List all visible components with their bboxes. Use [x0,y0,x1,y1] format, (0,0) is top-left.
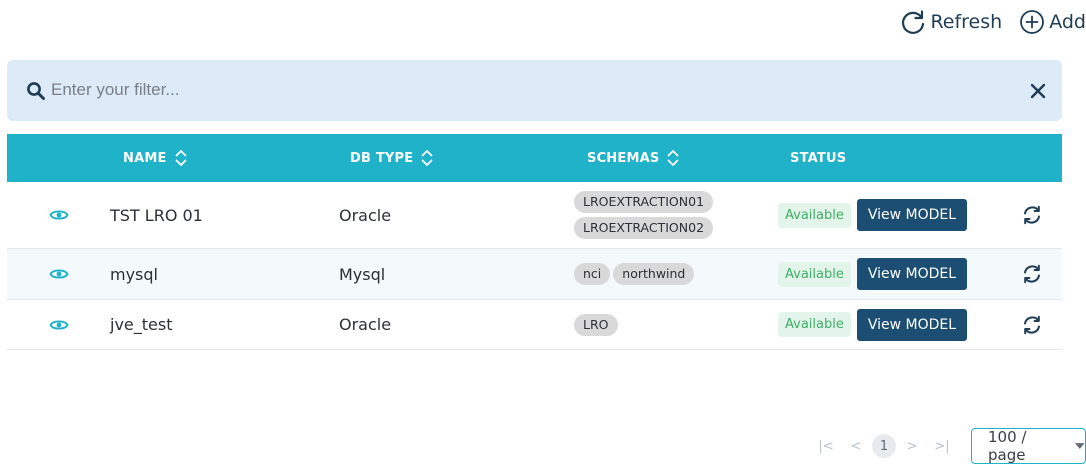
column-header-db-type-label: DB TYPE [350,150,414,166]
filter-input[interactable] [51,74,1011,106]
cell-name: jve_test [110,315,173,334]
cell-schemas: LRO [574,300,618,349]
cell-status: Available View MODEL [778,249,968,299]
prev-page-button[interactable]: < [844,434,868,458]
schema-chip: LROEXTRACTION02 [574,217,714,239]
table-row: mysql Mysql nci northwind Available View… [7,249,1062,300]
table-row: TST LRO 01 Oracle LROEXTRACTION01 LROEXT… [7,182,1062,249]
column-header-name[interactable]: NAME [123,134,188,182]
column-header-schemas-label: SCHEMAS [587,150,660,166]
sync-icon [1024,315,1040,334]
eye-icon [49,269,69,279]
cell-status: Available View MODEL [778,300,968,349]
view-details-button[interactable] [47,300,71,349]
schema-chip: northwind [613,263,695,285]
cell-schemas: LROEXTRACTION01 LROEXTRACTION02 [574,182,714,248]
page-number-current[interactable]: 1 [872,434,896,458]
cell-db-type: Mysql [339,264,386,284]
cell-name: TST LRO 01 [110,205,203,225]
view-details-button[interactable] [47,249,71,299]
view-model-button[interactable]: View MODEL [856,258,968,290]
status-badge: Available [778,312,851,337]
plus-circle-icon [1020,10,1045,34]
toolbar: Refresh Add [899,6,1086,38]
filter-bar [7,60,1062,121]
view-details-button[interactable] [47,182,71,248]
schema-chip: nci [574,263,611,285]
page-size-value: 100 / page [988,428,1027,464]
column-header-schemas[interactable]: SCHEMAS [587,134,680,182]
cell-status: Available View MODEL [778,182,968,248]
page-size-select[interactable]: 100 / page [971,428,1086,464]
cell-db-type: Oracle [339,315,392,334]
table-row: jve_test Oracle LRO Available View MODEL [7,300,1062,350]
cell-name: mysql [110,264,158,284]
pagination: |< < 1 > >| 100 / page [814,428,1086,464]
next-page-button[interactable]: > [900,434,924,458]
eye-icon [49,319,69,330]
close-icon[interactable] [1028,81,1048,101]
sort-icon[interactable] [420,149,434,167]
status-badge: Available [778,202,851,228]
view-model-button[interactable]: View MODEL [856,308,968,341]
sort-icon[interactable] [666,149,680,167]
table-header: NAME DB TYPE SCHEMAS STATUS [7,134,1062,182]
last-page-button[interactable]: >| [930,434,954,458]
refresh-label: Refresh [930,11,1003,33]
sync-button[interactable] [1021,300,1043,349]
eye-icon [49,210,69,220]
column-header-status-label: STATUS [790,150,847,166]
sort-icon[interactable] [174,149,188,167]
refresh-icon [902,10,925,34]
sync-button[interactable] [1021,249,1043,299]
data-table: NAME DB TYPE SCHEMAS STATUS TST LRO 01 O… [7,134,1062,350]
add-label: Add [1049,11,1086,33]
cell-schemas: nci northwind [574,249,695,299]
caret-down-icon [1075,443,1085,449]
refresh-button[interactable]: Refresh [899,8,1002,36]
sync-button[interactable] [1021,182,1043,248]
cell-db-type: Oracle [339,205,392,225]
sync-icon [1024,264,1040,284]
schema-chip: LROEXTRACTION01 [574,191,714,213]
search-icon [27,82,45,100]
add-button[interactable]: Add [1018,8,1086,36]
status-badge: Available [778,261,851,287]
column-header-name-label: NAME [123,150,167,166]
column-header-status: STATUS [790,134,846,182]
first-page-button[interactable]: |< [814,434,838,458]
view-model-button[interactable]: View MODEL [856,199,968,231]
schema-chip: LRO [574,313,618,336]
sync-icon [1024,205,1040,225]
column-header-db-type[interactable]: DB TYPE [350,134,434,182]
